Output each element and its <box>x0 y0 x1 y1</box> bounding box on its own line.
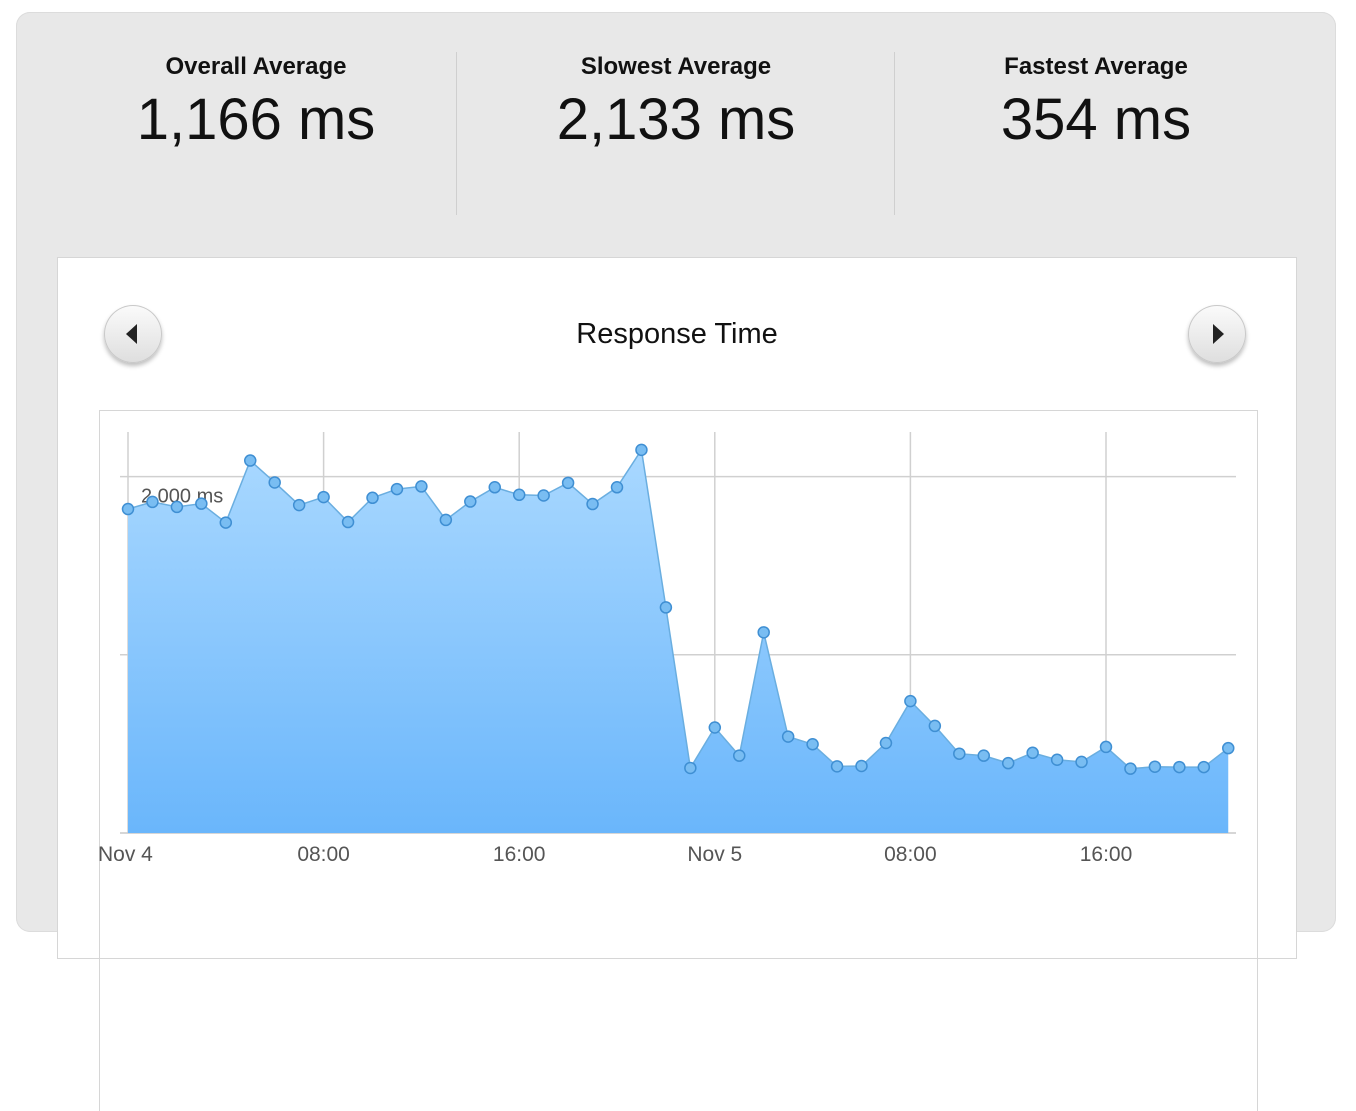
x-tick-label: Nov 4 <box>98 843 153 866</box>
data-point <box>1050 753 1064 767</box>
data-point <box>415 480 428 493</box>
data-point <box>292 498 306 512</box>
data-point <box>1099 740 1113 754</box>
data-point <box>512 488 526 502</box>
data-point <box>586 497 599 511</box>
data-point <box>219 516 233 529</box>
data-point <box>1148 760 1162 773</box>
data-point <box>806 738 819 751</box>
data-point <box>781 730 795 743</box>
data-point <box>390 482 404 496</box>
data-point <box>1222 741 1235 755</box>
data-point <box>268 476 281 489</box>
data-point <box>659 601 673 614</box>
data-point <box>708 721 722 734</box>
data-point <box>855 759 868 773</box>
data-point <box>366 491 379 505</box>
data-point <box>121 502 135 516</box>
data-point <box>953 747 966 760</box>
data-point <box>1124 762 1137 775</box>
data-point <box>488 481 501 494</box>
x-tick-label: 16:00 <box>493 843 546 866</box>
data-point <box>977 749 990 762</box>
data-point <box>757 626 770 639</box>
data-point <box>537 489 550 502</box>
data-point <box>146 495 159 509</box>
data-point <box>830 760 844 773</box>
x-tick-label: 08:00 <box>884 843 937 866</box>
data-point <box>464 495 477 508</box>
x-tick-label: 16:00 <box>1080 843 1133 866</box>
data-point <box>684 761 697 775</box>
x-tick-label: 08:00 <box>297 843 350 866</box>
data-point <box>341 515 355 529</box>
data-point <box>170 500 184 514</box>
response-time-area <box>128 449 1229 833</box>
data-point <box>879 736 893 750</box>
data-point <box>635 443 648 457</box>
data-point <box>195 497 208 510</box>
data-point <box>439 513 453 527</box>
data-point <box>610 481 624 494</box>
data-point <box>928 719 942 733</box>
data-point <box>1001 756 1015 770</box>
data-point <box>733 749 746 762</box>
data-point <box>1026 746 1039 760</box>
data-point <box>244 454 257 467</box>
data-point <box>561 476 575 490</box>
data-point <box>1075 755 1088 769</box>
response-time-chart: 2,000 msNov 4 08:00 16:00 Nov 5 08:00 16:00 <box>98 432 1236 866</box>
data-point <box>317 490 330 504</box>
data-point <box>1197 760 1211 774</box>
data-point <box>904 694 917 708</box>
x-tick-label: Nov 5 <box>687 843 742 866</box>
data-point <box>1173 760 1186 774</box>
